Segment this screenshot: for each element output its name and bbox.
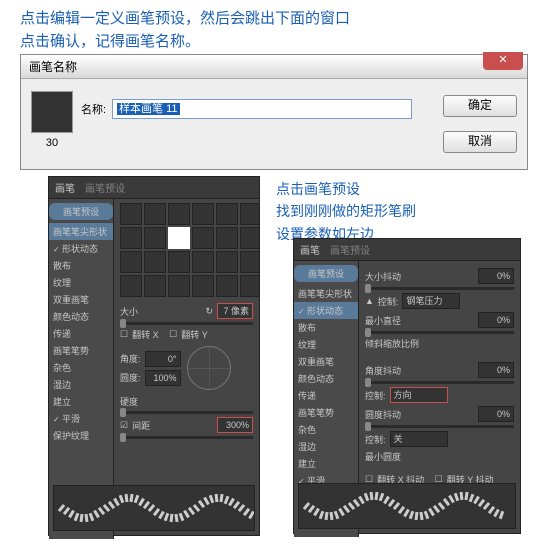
panel-tabs[interactable]: 画笔画笔预设 xyxy=(294,239,520,261)
angle-control-dropdown[interactable]: 方向 xyxy=(390,387,448,403)
brush-swatch xyxy=(31,91,73,133)
angle-control[interactable] xyxy=(187,346,231,390)
hardness-slider[interactable] xyxy=(120,411,253,414)
brush-name-dialog: 画笔名称 ✕ 30 名称: 样本画笔 11 确定 取消 xyxy=(20,54,528,170)
cancel-button[interactable]: 取消 xyxy=(443,131,517,153)
brush-thumbnails[interactable] xyxy=(120,203,253,297)
brush-preview xyxy=(298,483,516,529)
dialog-titlebar: 画笔名称 ✕ xyxy=(21,55,527,79)
flip-icon[interactable]: ↻ xyxy=(205,306,213,317)
roundness-input[interactable]: 100% xyxy=(145,370,181,386)
control-dropdown[interactable]: 钢笔压力 xyxy=(402,293,460,309)
panel-tabs[interactable]: 画笔画笔预设 xyxy=(49,177,259,199)
angle-input[interactable]: 0° xyxy=(145,351,181,367)
side-instruction: 点击画笔预设 找到刚刚做的矩形笔刷 设置参数如左边 xyxy=(276,178,416,245)
brush-name-input[interactable]: 样本画笔 11 xyxy=(112,99,412,119)
instruction-text: 点击编辑一定义画笔预设，然后会跳出下面的窗口 点击确认，记得画笔名称。 xyxy=(0,0,560,61)
swatch-size: 30 xyxy=(31,137,73,149)
size-slider[interactable] xyxy=(120,322,253,325)
brush-panel: 画笔画笔预设 画笔预设 画笔笔尖形状 形状动态 散布 纹理 双重画笔 颜色动态 … xyxy=(48,176,260,536)
spacing-slider[interactable] xyxy=(120,436,253,439)
size-input[interactable]: 7 像素 xyxy=(217,303,253,319)
name-label: 名称: xyxy=(81,101,106,117)
brush-preview xyxy=(53,485,255,531)
shape-dynamics-panel: 画笔画笔预设 画笔预设 画笔笔尖形状 形状动态 散布 纹理 双重画笔 颜色动态 … xyxy=(293,238,521,534)
close-icon[interactable]: ✕ xyxy=(483,52,523,70)
spacing-input[interactable]: 300% xyxy=(217,417,253,433)
ok-button[interactable]: 确定 xyxy=(443,95,517,117)
